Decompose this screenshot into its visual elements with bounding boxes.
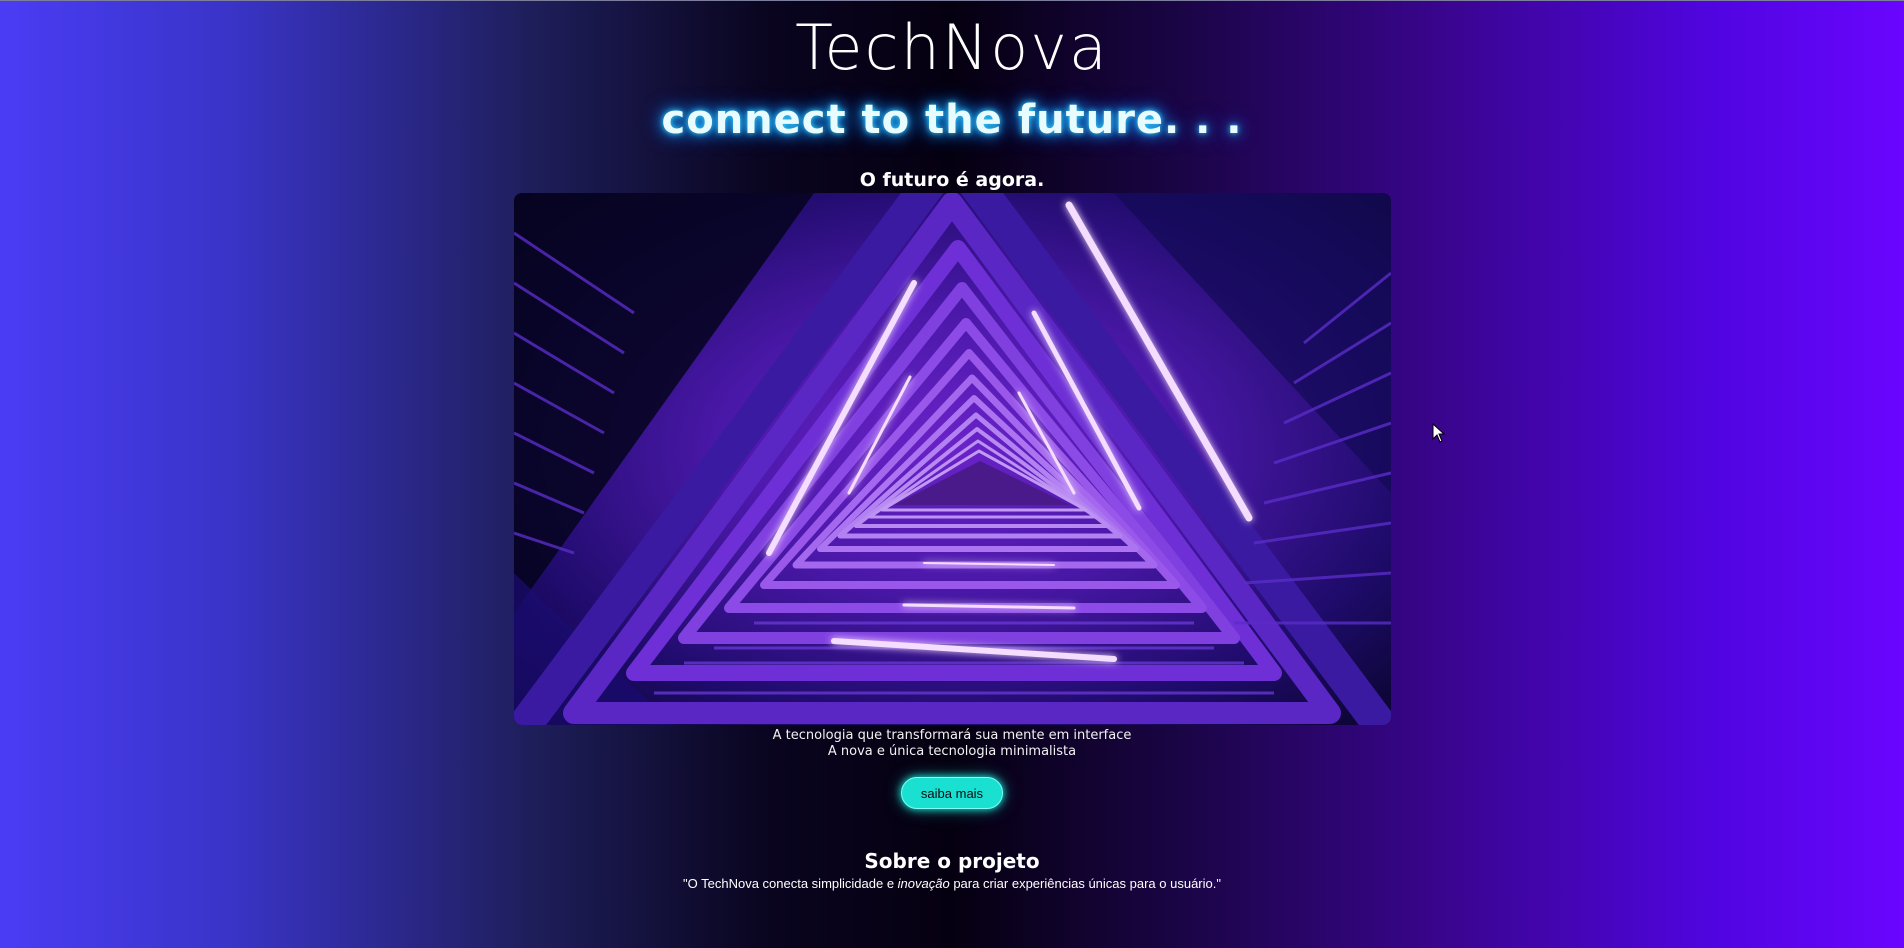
- hero-heading: O futuro é agora.: [859, 169, 1045, 191]
- about-quote-emphasis: inovação: [897, 876, 950, 891]
- mouse-pointer-icon: [1432, 422, 1446, 443]
- about-quote: "O TechNova conecta simplicidade e inova…: [0, 876, 1904, 892]
- about-quote-part-1: "O TechNova conecta simplicidade e: [683, 876, 898, 891]
- brand-title: TechNova: [795, 11, 1109, 84]
- hero-caption-line-2: A nova e única tecnologia minimalista: [827, 744, 1077, 759]
- tagline: connect to the future. . .: [661, 97, 1243, 143]
- window-top-border: [0, 0, 1904, 1]
- about-section-title: Sobre o projeto: [864, 849, 1040, 873]
- hero-caption-line-1: A tecnologia que transformará sua mente …: [772, 728, 1132, 743]
- saiba-mais-button[interactable]: saiba mais: [901, 777, 1003, 809]
- about-quote-part-2: para criar experiências únicas para o us…: [949, 876, 1221, 891]
- hero-image: [514, 193, 1391, 725]
